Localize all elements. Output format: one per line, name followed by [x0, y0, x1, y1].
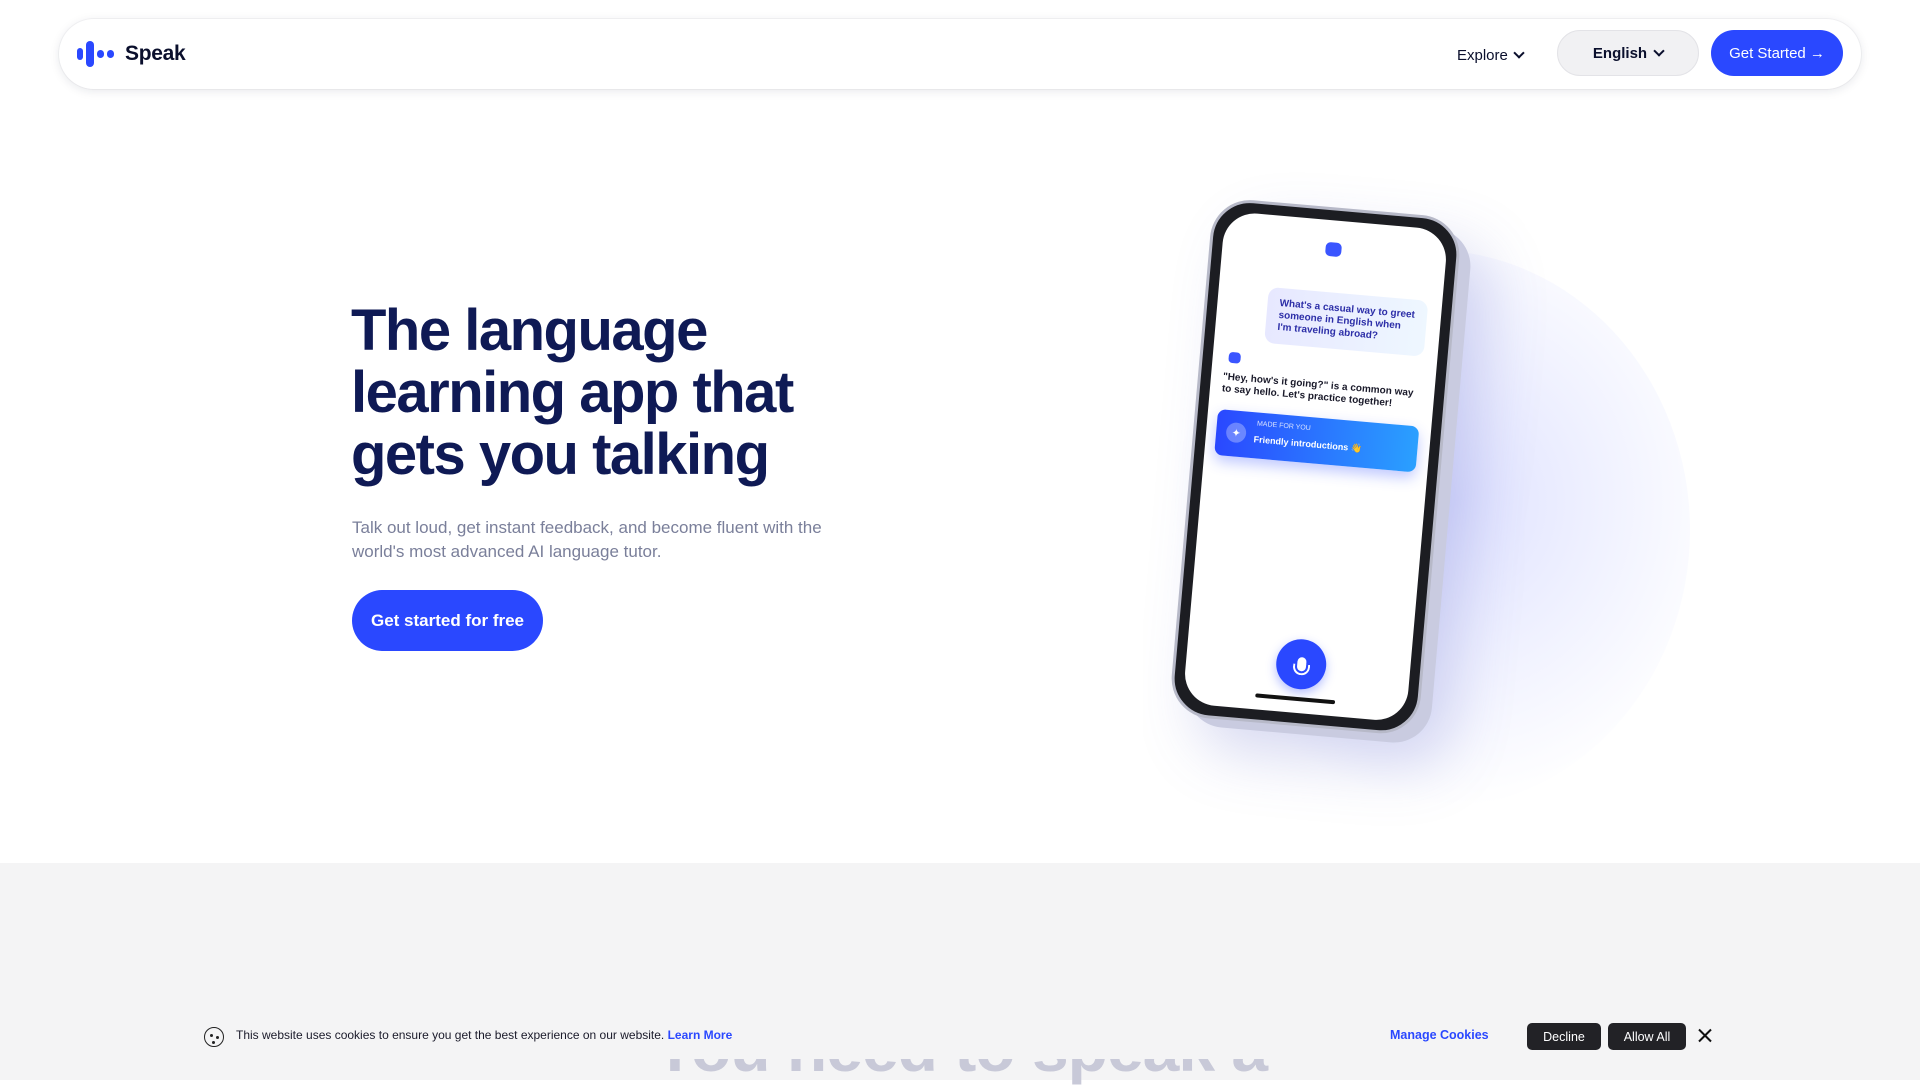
phone-frame: What's a casual way to greet someone in …: [1168, 196, 1463, 737]
decline-button[interactable]: Decline: [1527, 1023, 1601, 1050]
hero-subtitle: Talk out loud, get instant feedback, and…: [352, 518, 822, 561]
chevron-down-icon: [1513, 46, 1525, 59]
lesson-card-title: Friendly introductions 👋: [1253, 434, 1363, 454]
logo-mark-icon: [77, 41, 117, 67]
chevron-down-icon: [1653, 44, 1665, 57]
lesson-card-tag: MADE FOR YOU: [1256, 420, 1312, 433]
sparkle-icon: ✦: [1225, 421, 1247, 444]
user-message-bubble: What's a casual way to greet someone in …: [1264, 286, 1429, 357]
cookie-banner: This website uses cookies to ensure you …: [192, 1013, 1726, 1059]
manage-cookies-link[interactable]: Manage Cookies: [1390, 1028, 1489, 1042]
lesson-card: ✦ MADE FOR YOU Friendly introductions 👋: [1214, 409, 1420, 473]
explore-label: Explore: [1457, 46, 1508, 64]
cookie-message: This website uses cookies to ensure you …: [236, 1028, 665, 1042]
speak-logo[interactable]: Speak: [77, 41, 186, 67]
close-icon[interactable]: [1695, 1026, 1715, 1046]
robot-icon: [1324, 241, 1343, 258]
bot-message: "Hey, how's it going?" is a common way t…: [1221, 371, 1414, 410]
get-started-free-button[interactable]: Get started for free: [352, 590, 543, 651]
home-indicator: [1255, 693, 1336, 705]
cookie-text: This website uses cookies to ensure you …: [236, 1028, 732, 1042]
language-selector[interactable]: English: [1557, 30, 1699, 76]
phone-screen: What's a casual way to greet someone in …: [1182, 210, 1449, 723]
logo-text: Speak: [125, 42, 186, 65]
cookie-icon: [204, 1027, 224, 1047]
get-started-button[interactable]: Get Started →: [1711, 30, 1843, 76]
learn-more-link[interactable]: Learn More: [668, 1028, 733, 1042]
hero-title: The language learning app that gets you …: [351, 298, 794, 487]
robot-avatar-icon: [1228, 351, 1242, 364]
top-nav: Speak Explore English Get Started →: [59, 19, 1861, 89]
allow-all-button[interactable]: Allow All: [1608, 1023, 1686, 1050]
phone-mockup: What's a casual way to greet someone in …: [1167, 196, 1492, 749]
microphone-button: [1274, 637, 1329, 692]
microphone-icon: [1296, 656, 1307, 672]
explore-menu[interactable]: Explore: [1457, 43, 1525, 67]
language-label: English: [1592, 44, 1648, 62]
